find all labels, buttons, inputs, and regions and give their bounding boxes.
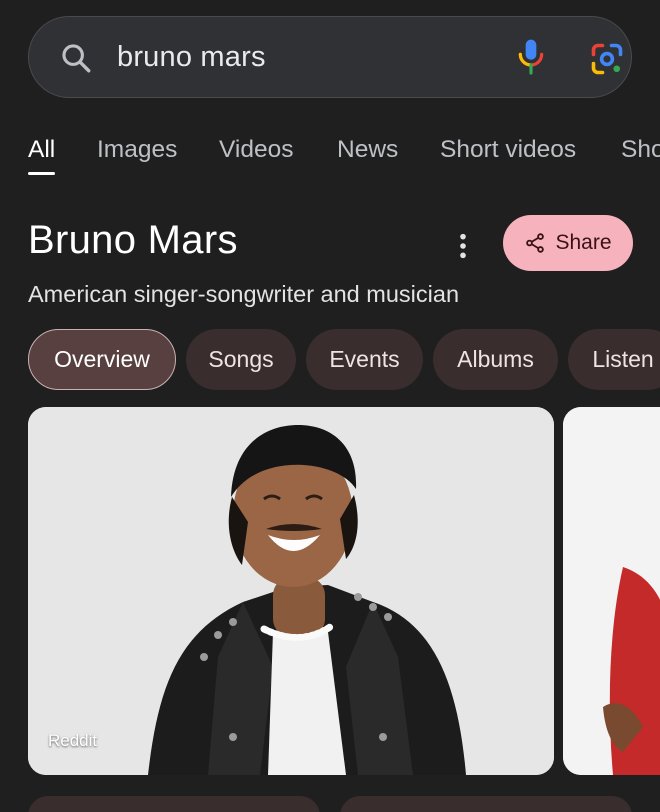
chip-overview[interactable]: Overview <box>28 329 176 390</box>
chip-events[interactable]: Events <box>306 329 423 390</box>
tab-shopping[interactable]: Sho <box>621 136 660 164</box>
tab-images[interactable]: Images <box>97 136 177 164</box>
share-label: Share <box>555 231 612 254</box>
google-lens-icon[interactable] <box>589 41 625 77</box>
image-card[interactable]: Reddit <box>28 407 554 775</box>
mic-icon[interactable] <box>515 37 547 77</box>
chip-albums[interactable]: Albums <box>433 329 558 390</box>
search-query-text[interactable]: bruno mars <box>117 41 266 74</box>
entity-chips: Overview Songs Events Albums Listen <box>28 329 660 391</box>
tab-active-indicator <box>28 172 55 175</box>
tab-videos[interactable]: Videos <box>219 136 293 164</box>
tab-short-videos[interactable]: Short videos <box>440 136 576 164</box>
search-bar[interactable]: bruno mars <box>28 16 632 98</box>
chip-listen[interactable]: Listen <box>568 329 660 390</box>
search-icon <box>62 44 91 73</box>
bottom-chip-2[interactable] <box>340 796 632 812</box>
artist-photo <box>28 407 554 775</box>
entity-subtitle: American singer-songwriter and musician <box>28 281 460 307</box>
share-button[interactable]: Share <box>503 215 633 271</box>
more-vert-icon[interactable] <box>456 232 470 260</box>
entity-title: Bruno Mars <box>28 218 238 262</box>
image-source-label: Reddit <box>48 731 98 750</box>
artist-photo-2 <box>563 407 660 775</box>
bottom-chip-1[interactable] <box>28 796 320 812</box>
tab-all[interactable]: All <box>28 136 55 164</box>
share-icon <box>526 233 545 253</box>
chip-songs[interactable]: Songs <box>186 329 296 390</box>
tab-news[interactable]: News <box>337 136 398 164</box>
search-tabs: All Images Videos News Short videos Sho <box>28 132 660 182</box>
image-card-2[interactable] <box>563 407 660 775</box>
